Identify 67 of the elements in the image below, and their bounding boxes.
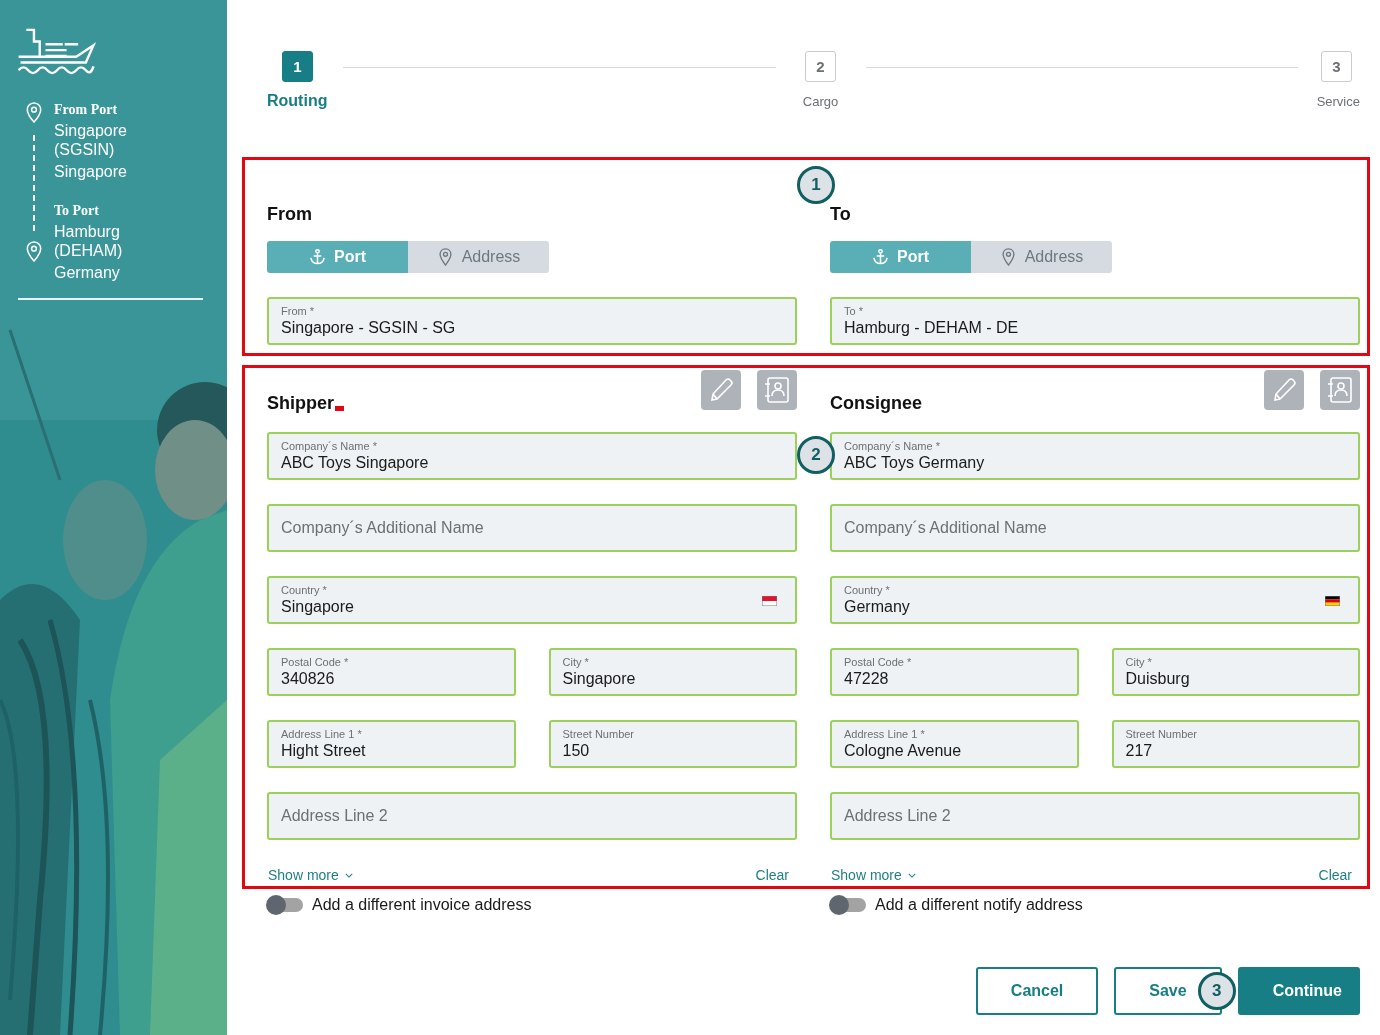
port-country: Singapore xyxy=(54,162,128,181)
mode-tab[interactable]: Address xyxy=(408,241,549,273)
step-label[interactable]: Cargo xyxy=(802,94,839,109)
text-field[interactable]: Company´s Additional Name xyxy=(830,504,1360,552)
action-button[interactable]: Cancel xyxy=(975,967,1099,1015)
anchor-icon xyxy=(872,248,889,266)
location-pin-icon xyxy=(26,241,42,262)
port-country: Germany xyxy=(54,263,121,282)
action-button[interactable]: Continue xyxy=(1237,967,1360,1015)
step-label[interactable]: Routing xyxy=(267,92,328,110)
singapore-flag-icon xyxy=(762,596,777,606)
text-field[interactable]: Company´s Name * ABC Toys Singapore xyxy=(267,432,797,480)
toggle-switch[interactable] xyxy=(267,898,303,912)
mode-tab[interactable]: Port xyxy=(830,241,971,273)
section-title: To xyxy=(830,204,852,225)
section-title: Shipper xyxy=(267,393,334,414)
step-number[interactable]: 1 xyxy=(282,51,313,82)
text-field[interactable]: Company´s Additional Name xyxy=(267,504,797,552)
toggle-label: Add a different invoice address xyxy=(312,896,532,914)
annotation-marker: 1 xyxy=(797,166,835,204)
step-number[interactable]: 3 xyxy=(1321,51,1352,82)
edit-button[interactable] xyxy=(701,370,741,410)
port-heading: From Port xyxy=(54,102,119,118)
clear-link[interactable]: Clear xyxy=(1318,867,1352,883)
address-book-icon xyxy=(1325,375,1355,405)
germany-flag-icon xyxy=(1325,596,1340,606)
annotation-marker: 2 xyxy=(797,436,835,474)
text-field[interactable]: Street Number 150 xyxy=(548,720,797,768)
text-field[interactable]: Company´s Name * ABC Toys Germany xyxy=(830,432,1360,480)
mode-tab[interactable]: Port xyxy=(267,241,408,273)
text-field[interactable]: City * Singapore xyxy=(548,648,797,696)
section-title: From xyxy=(267,204,313,225)
ship-icon xyxy=(18,28,96,76)
location-pin-icon xyxy=(436,248,454,266)
step-number[interactable]: 2 xyxy=(805,51,836,82)
text-field[interactable]: Postal Code * 47228 xyxy=(830,648,1079,696)
text-field[interactable]: Country * Germany xyxy=(830,576,1360,624)
port-heading: To Port xyxy=(54,203,100,219)
text-field[interactable]: Postal Code * 340826 xyxy=(267,648,516,696)
location-pin-icon xyxy=(26,102,42,123)
show-more-link[interactable]: Show more xyxy=(831,867,916,883)
toggle-switch[interactable] xyxy=(830,898,866,912)
chevron-down-icon xyxy=(907,872,916,878)
mode-tab[interactable]: Address xyxy=(971,241,1112,273)
port-name: Singapore (SGSIN) xyxy=(54,121,128,159)
address-book-button[interactable] xyxy=(1320,370,1360,410)
anchor-icon xyxy=(309,248,326,266)
text-field[interactable]: Address Line 2 xyxy=(267,792,797,840)
port-field[interactable]: To * Hamburg - DEHAM - DE xyxy=(830,297,1360,345)
step-label[interactable]: Service xyxy=(1316,94,1360,109)
chevron-down-icon xyxy=(344,872,353,878)
address-book-icon xyxy=(762,375,792,405)
clear-link[interactable]: Clear xyxy=(755,867,789,883)
text-field[interactable]: City * Duisburg xyxy=(1111,648,1360,696)
toggle-label: Add a different notify address xyxy=(875,896,1083,914)
location-pin-icon xyxy=(999,248,1017,266)
address-book-button[interactable] xyxy=(757,370,797,410)
text-field[interactable]: Country * Singapore xyxy=(267,576,797,624)
show-more-link[interactable]: Show more xyxy=(268,867,353,883)
section-title: Consignee xyxy=(830,393,922,414)
text-field[interactable]: Address Line 2 xyxy=(830,792,1360,840)
port-name: Hamburg (DEHAM) xyxy=(54,222,124,260)
text-field[interactable]: Address Line 1 * Hight Street xyxy=(267,720,516,768)
text-field[interactable]: Address Line 1 * Cologne Avenue xyxy=(830,720,1079,768)
edit-button[interactable] xyxy=(1264,370,1304,410)
text-field[interactable]: Street Number 217 xyxy=(1111,720,1360,768)
port-field[interactable]: From * Singapore - SGSIN - SG xyxy=(267,297,797,345)
